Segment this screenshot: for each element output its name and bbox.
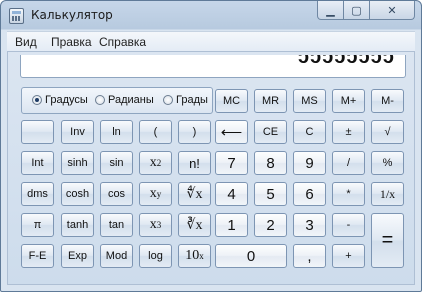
radio-icon bbox=[95, 95, 105, 105]
menu-bar: Вид Правка Справка bbox=[7, 31, 415, 52]
menu-edit[interactable]: Правка bbox=[51, 35, 92, 49]
pi-button[interactable]: π bbox=[21, 213, 54, 237]
maximize-button[interactable]: ▢ bbox=[344, 1, 370, 20]
ln-button[interactable]: ln bbox=[100, 120, 133, 144]
radio-radians[interactable]: Радианы bbox=[95, 94, 154, 106]
minus-button[interactable]: - bbox=[332, 213, 365, 237]
mr-button[interactable]: MR bbox=[254, 89, 287, 113]
mminus-button[interactable]: M- bbox=[371, 89, 404, 113]
calculator-body: ᴐᴐᴐᴐᴐᴐᴐᴐ Градусы Радианы Грады MC MR MS … bbox=[7, 51, 415, 285]
radio-icon bbox=[163, 95, 173, 105]
radio-selected-icon bbox=[32, 95, 42, 105]
tan-button[interactable]: tan bbox=[100, 213, 133, 237]
angle-mode-group: Градусы Радианы Грады bbox=[21, 87, 213, 114]
result-display: ᴐᴐᴐᴐᴐᴐᴐᴐ bbox=[20, 55, 406, 78]
sin-button[interactable]: sin bbox=[100, 151, 133, 175]
digit-4-button[interactable]: 4 bbox=[215, 182, 248, 206]
int-button[interactable]: Int bbox=[21, 151, 54, 175]
sqrt-button[interactable]: √ bbox=[371, 120, 404, 144]
cube-root-button[interactable]: ∛x bbox=[178, 213, 211, 237]
calculator-window: Калькулятор ▁ ▢ ✕ Вид Правка Справка ᴐᴐᴐ… bbox=[0, 0, 422, 292]
backspace-button[interactable]: ⟵ bbox=[215, 120, 248, 144]
dms-button[interactable]: dms bbox=[21, 182, 54, 206]
title-bar[interactable]: Калькулятор ▁ ▢ ✕ bbox=[1, 1, 421, 31]
ms-button[interactable]: MS bbox=[293, 89, 326, 113]
mod-button[interactable]: Mod bbox=[100, 244, 133, 268]
digit-9-button[interactable]: 9 bbox=[293, 151, 326, 175]
right-paren-button[interactable]: ) bbox=[178, 120, 211, 144]
decimal-button[interactable]: , bbox=[293, 244, 326, 268]
mplus-button[interactable]: M+ bbox=[332, 89, 365, 113]
exp-button[interactable]: Exp bbox=[61, 244, 94, 268]
plus-minus-button[interactable]: ± bbox=[332, 120, 365, 144]
left-paren-button[interactable]: ( bbox=[139, 120, 172, 144]
ce-button[interactable]: CE bbox=[254, 120, 287, 144]
divide-button[interactable]: / bbox=[332, 151, 365, 175]
digit-2-button[interactable]: 2 bbox=[254, 213, 287, 237]
power-button[interactable]: xy bbox=[139, 182, 172, 206]
digit-6-button[interactable]: 6 bbox=[293, 182, 326, 206]
radio-grads-label: Грады bbox=[176, 94, 208, 106]
radio-degrees[interactable]: Градусы bbox=[32, 94, 88, 106]
digit-0-button[interactable]: 0 bbox=[215, 244, 287, 268]
cos-button[interactable]: cos bbox=[100, 182, 133, 206]
window-controls: ▁ ▢ ✕ bbox=[317, 1, 415, 21]
yroot-button[interactable]: ∜x bbox=[178, 182, 211, 206]
digit-5-button[interactable]: 5 bbox=[254, 182, 287, 206]
menu-view[interactable]: Вид bbox=[15, 35, 37, 49]
blank-button[interactable] bbox=[21, 120, 54, 144]
radio-radians-label: Радианы bbox=[108, 94, 154, 106]
fe-button[interactable]: F-E bbox=[21, 244, 54, 268]
radio-degrees-label: Градусы bbox=[45, 94, 88, 106]
multiply-button[interactable]: * bbox=[332, 182, 365, 206]
digit-7-button[interactable]: 7 bbox=[215, 151, 248, 175]
inv-button[interactable]: Inv bbox=[61, 120, 94, 144]
square-button[interactable]: x2 bbox=[139, 151, 172, 175]
calculator-icon bbox=[9, 8, 24, 24]
log-button[interactable]: log bbox=[139, 244, 172, 268]
sinh-button[interactable]: sinh bbox=[61, 151, 94, 175]
window-title: Калькулятор bbox=[31, 8, 113, 22]
cosh-button[interactable]: cosh bbox=[61, 182, 94, 206]
display-value: ᴐᴐᴐᴐᴐᴐᴐᴐ bbox=[298, 55, 395, 68]
reciprocal-button[interactable]: 1/x bbox=[371, 182, 404, 206]
close-button[interactable]: ✕ bbox=[370, 1, 415, 20]
radio-grads[interactable]: Грады bbox=[163, 94, 208, 106]
cube-button[interactable]: x3 bbox=[139, 213, 172, 237]
ten-power-button[interactable]: 10 x bbox=[178, 244, 211, 268]
mc-button[interactable]: MC bbox=[215, 89, 248, 113]
clear-button[interactable]: C bbox=[293, 120, 326, 144]
digit-3-button[interactable]: 3 bbox=[293, 213, 326, 237]
equals-button[interactable]: = bbox=[371, 213, 404, 268]
digit-1-button[interactable]: 1 bbox=[215, 213, 248, 237]
digit-8-button[interactable]: 8 bbox=[254, 151, 287, 175]
minimize-button[interactable]: ▁ bbox=[317, 1, 344, 20]
menu-help[interactable]: Справка bbox=[99, 35, 146, 49]
plus-button[interactable]: + bbox=[332, 244, 365, 268]
tanh-button[interactable]: tanh bbox=[61, 213, 94, 237]
percent-button[interactable]: % bbox=[371, 151, 404, 175]
factorial-button[interactable]: n! bbox=[178, 151, 211, 175]
